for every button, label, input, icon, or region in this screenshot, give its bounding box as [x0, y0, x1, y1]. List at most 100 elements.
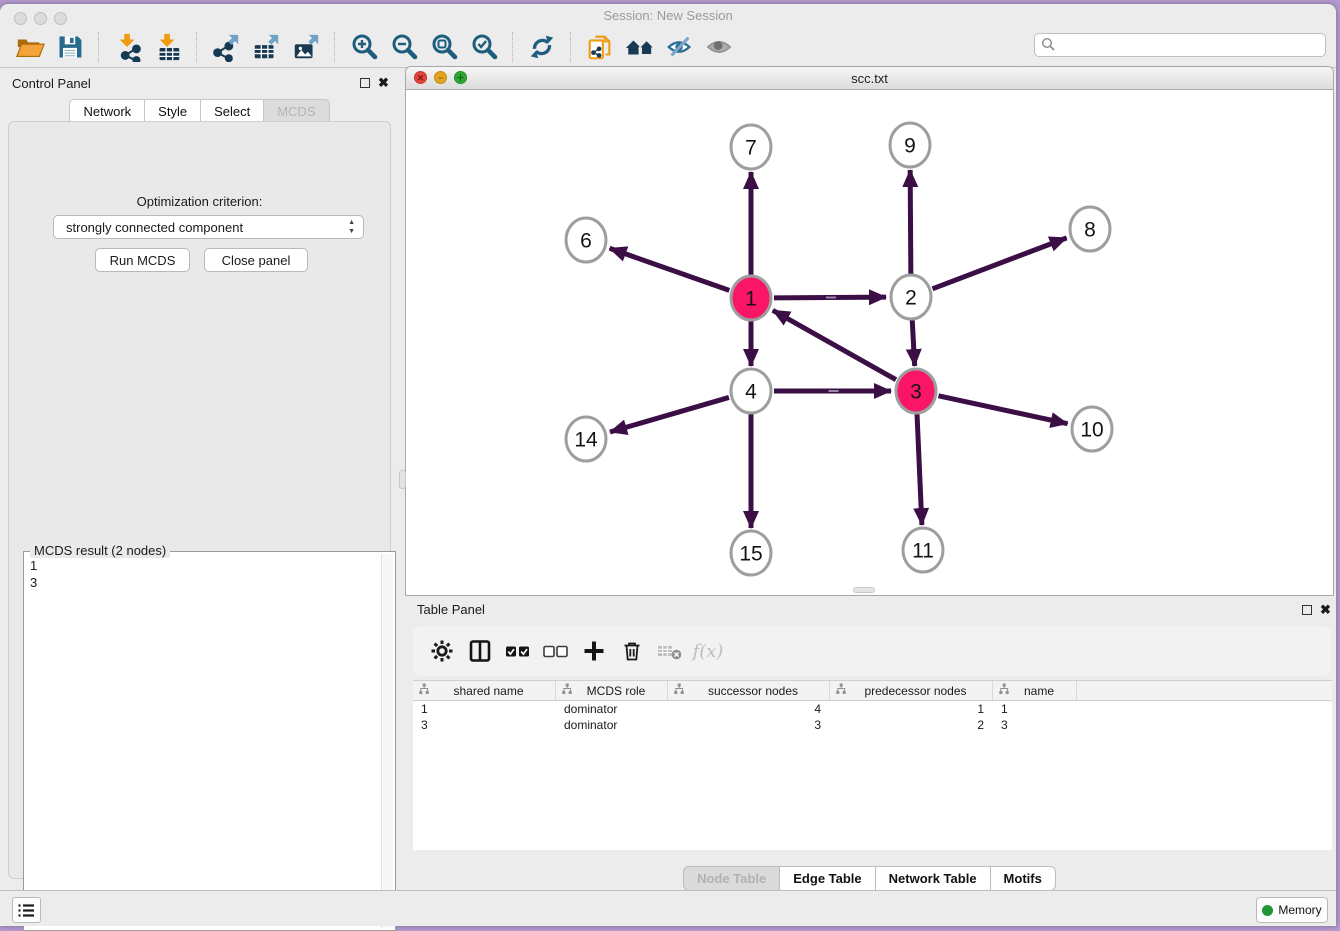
- task-history-button[interactable]: [12, 897, 41, 923]
- tab-edge-table[interactable]: Edge Table: [779, 866, 874, 891]
- graph-edge-2-8[interactable]: [933, 238, 1067, 289]
- zoom-out-button[interactable]: [387, 31, 421, 63]
- column-view-button[interactable]: [465, 637, 495, 665]
- select-all-button[interactable]: [503, 637, 533, 665]
- show-all-button[interactable]: [703, 31, 737, 63]
- graph-edge-1-6[interactable]: [610, 248, 730, 290]
- control-panel: Control Panel ✖ NetworkStyleSelectMCDS O…: [0, 68, 399, 892]
- table-settings-button[interactable]: [427, 637, 457, 665]
- node-table: shared name MCDS rolesuccessor nodesprede…: [413, 680, 1332, 850]
- graph-node-14[interactable]: 14: [566, 417, 606, 461]
- result-scrollbar[interactable]: [381, 554, 393, 928]
- column-sort-icon: [998, 683, 1010, 698]
- table-row[interactable]: 1dominator411: [413, 701, 1332, 717]
- column-header-successor-nodes[interactable]: successor nodes: [668, 681, 830, 700]
- cell-MCDS-role[interactable]: dominator: [556, 717, 668, 733]
- cell-successor-nodes[interactable]: 4: [668, 701, 830, 717]
- search-box: [1034, 33, 1326, 57]
- column-header-name[interactable]: name: [993, 681, 1077, 700]
- cell-successor-nodes[interactable]: 3: [668, 717, 830, 733]
- graph-edge-3-1[interactable]: [773, 310, 896, 379]
- graph-edge-3-10[interactable]: [938, 396, 1067, 424]
- graph-node-3[interactable]: 3: [896, 369, 936, 413]
- save-icon: [56, 33, 84, 61]
- graph-node-2[interactable]: 2: [891, 275, 931, 319]
- trash-icon: [620, 639, 644, 663]
- home-icon: [624, 32, 656, 62]
- open-session-button[interactable]: [13, 31, 47, 63]
- deselect-all-button[interactable]: [541, 637, 571, 665]
- cell-predecessor-nodes[interactable]: 2: [830, 717, 993, 733]
- table-float-icon[interactable]: [1302, 605, 1312, 615]
- graph-node-6[interactable]: 6: [566, 218, 606, 262]
- cell-MCDS-role[interactable]: dominator: [556, 701, 668, 717]
- zoom-selected-button[interactable]: [467, 31, 501, 63]
- import-network-button[interactable]: [111, 31, 145, 63]
- search-input[interactable]: [1034, 33, 1326, 57]
- network-window-titlebar[interactable]: ✕ − ＋ scc.txt: [406, 67, 1333, 90]
- tab-motifs[interactable]: Motifs: [990, 866, 1056, 891]
- import-table-button[interactable]: [151, 31, 185, 63]
- graph-edge-3-11[interactable]: [917, 414, 922, 525]
- graph-node-15[interactable]: 15: [731, 531, 771, 575]
- graph-edge-2-9[interactable]: [910, 170, 911, 274]
- mcds-tab-content: Optimization criterion: strongly connect…: [8, 121, 391, 879]
- column-header-MCDS-role[interactable]: MCDS role: [556, 681, 668, 700]
- add-column-button[interactable]: [579, 637, 609, 665]
- first-neighbors-button[interactable]: [623, 31, 657, 63]
- close-panel-button[interactable]: Close panel: [204, 248, 308, 272]
- hide-selected-button[interactable]: [663, 31, 697, 63]
- optimization-criterion-value: strongly connected component: [66, 220, 243, 235]
- column-header-shared-name[interactable]: shared name: [413, 681, 556, 700]
- memory-button[interactable]: Memory: [1256, 897, 1328, 923]
- delete-column-button[interactable]: [617, 637, 647, 665]
- cell-name[interactable]: 3: [993, 717, 1077, 733]
- export-network-button[interactable]: [209, 31, 243, 63]
- horizontal-splitter-grip[interactable]: [853, 587, 875, 593]
- hide-eye-icon: [664, 32, 696, 62]
- graph-node-7[interactable]: 7: [731, 125, 771, 169]
- zoom-fit-button[interactable]: [427, 31, 461, 63]
- column-header-predecessor-nodes[interactable]: predecessor nodes: [830, 681, 993, 700]
- save-session-button[interactable]: [53, 31, 87, 63]
- delete-table-button: [655, 637, 685, 665]
- mcds-result-text[interactable]: 13: [30, 557, 377, 591]
- header-filler: [1077, 681, 1332, 700]
- export-network-icon: [211, 32, 241, 62]
- zoom-in-button[interactable]: [347, 31, 381, 63]
- table-close-icon[interactable]: ✖: [1320, 604, 1331, 616]
- optimization-criterion-select[interactable]: strongly connected component ▲▼: [53, 215, 364, 239]
- run-mcds-button[interactable]: Run MCDS: [95, 248, 190, 272]
- export-image-button[interactable]: [289, 31, 323, 63]
- graph-node-4[interactable]: 4: [731, 369, 771, 413]
- zoom-fit-icon: [429, 32, 459, 62]
- duplicate-network-button[interactable]: [583, 31, 617, 63]
- float-panel-icon[interactable]: [360, 78, 370, 88]
- graph-node-11[interactable]: 11: [903, 528, 943, 572]
- cell-predecessor-nodes[interactable]: 1: [830, 701, 993, 717]
- open-folder-icon: [15, 32, 45, 62]
- tab-node-table[interactable]: Node Table: [683, 866, 779, 891]
- graph-node-1[interactable]: 1: [731, 276, 771, 320]
- column-label: shared name: [434, 684, 555, 698]
- select-stepper-icon: ▲▼: [348, 218, 355, 236]
- cell-name[interactable]: 1: [993, 701, 1077, 717]
- vertical-splitter-grip[interactable]: [399, 470, 406, 489]
- graph-node-8[interactable]: 8: [1070, 207, 1110, 251]
- apply-layout-button[interactable]: [525, 31, 559, 63]
- tab-network-table[interactable]: Network Table: [875, 866, 990, 891]
- close-panel-icon[interactable]: ✖: [378, 77, 389, 89]
- cell-shared-name[interactable]: 1: [413, 701, 556, 717]
- graph-edge-2-3[interactable]: [912, 320, 914, 366]
- column-label: name: [1014, 684, 1076, 698]
- graph-node-10[interactable]: 10: [1072, 407, 1112, 451]
- column-label: MCDS role: [577, 684, 667, 698]
- export-table-button[interactable]: [249, 31, 283, 63]
- column-sort-icon: [673, 683, 685, 698]
- network-view-window: ✕ − ＋ scc.txt 7 9 6 8 1 2 4 3 14 10 15 11: [405, 66, 1334, 596]
- table-row[interactable]: 3dominator323: [413, 717, 1332, 733]
- cell-shared-name[interactable]: 3: [413, 717, 556, 733]
- graph-edge-4-14[interactable]: [610, 397, 729, 432]
- graph-node-9[interactable]: 9: [890, 123, 930, 167]
- network-canvas[interactable]: 7 9 6 8 1 2 4 3 14 10 15 11: [406, 89, 1333, 594]
